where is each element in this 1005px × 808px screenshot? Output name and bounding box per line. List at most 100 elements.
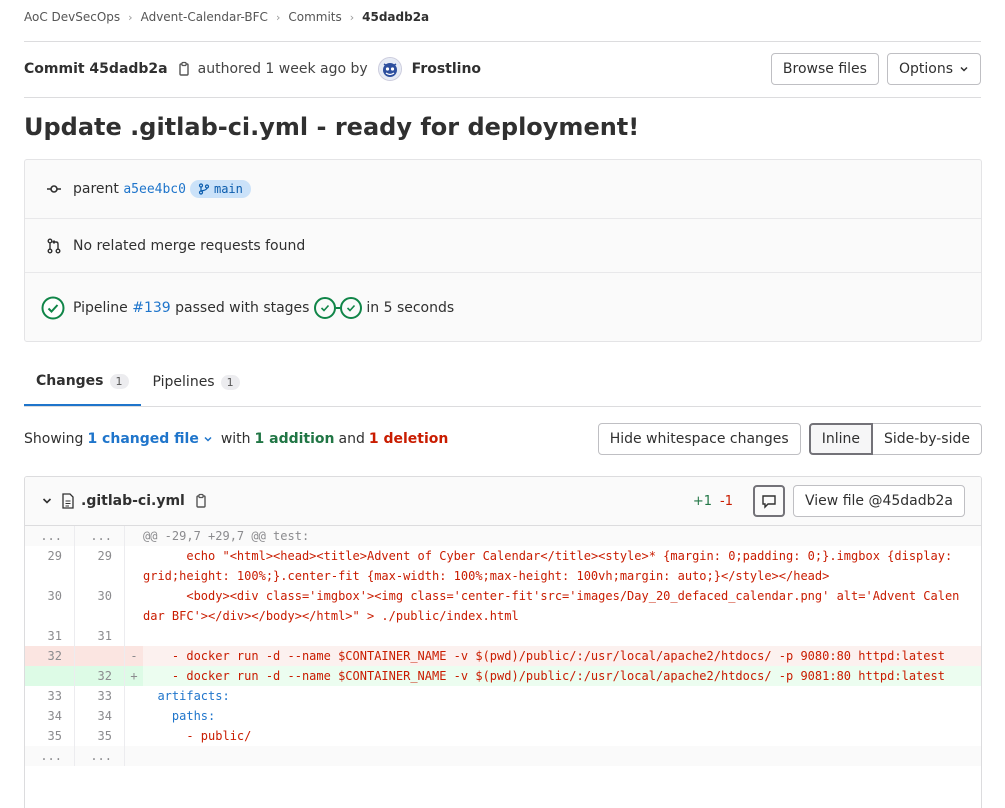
old-line-number[interactable]: 35 xyxy=(25,726,75,746)
new-line-number[interactable]: ... xyxy=(75,526,125,546)
pipeline-duration-text: in 5 seconds xyxy=(366,300,455,316)
pipeline-id-link[interactable]: #139 xyxy=(132,300,170,316)
hide-whitespace-button[interactable]: Hide whitespace changes xyxy=(597,423,801,455)
diff-line: 29 29 echo "<html><head><title>Advent of … xyxy=(25,546,981,586)
new-line-number[interactable]: 31 xyxy=(75,626,125,646)
chevron-right-icon: › xyxy=(128,10,133,24)
diff-line: 35 35 - public/ xyxy=(25,726,981,746)
diff-line: 30 30 <body><div class='imgbox'><img clas… xyxy=(25,586,981,626)
tabs: Changes 1 Pipelines 1 xyxy=(24,362,252,406)
breadcrumb-current[interactable]: 45dadb2a xyxy=(362,10,429,24)
diff-line: ...... @@ -29,7 +29,7 @@ test: xyxy=(25,526,981,546)
chevron-right-icon: › xyxy=(349,10,355,24)
breadcrumb-group[interactable]: AoC DevSecOps xyxy=(24,10,120,24)
branch-badge[interactable]: main xyxy=(189,180,251,198)
tab-changes[interactable]: Changes 1 xyxy=(24,362,141,406)
tab-pipelines-count: 1 xyxy=(220,374,240,390)
chevron-down-icon xyxy=(959,64,969,74)
collapse-chevron-icon[interactable] xyxy=(41,495,53,507)
commit-label: Commit 45dadb2a xyxy=(24,61,168,77)
new-line-number[interactable]: 32 xyxy=(75,666,125,686)
diff-sign: - xyxy=(125,646,143,666)
tab-changes-label: Changes xyxy=(36,373,104,389)
stage-passed-icon[interactable] xyxy=(313,297,336,319)
diff-sign xyxy=(125,706,143,726)
breadcrumb-commits[interactable]: Commits xyxy=(288,10,341,24)
changed-files-dropdown[interactable]: 1 changed file xyxy=(87,431,198,447)
old-line-number[interactable]: 32 xyxy=(25,646,75,666)
branch-name: main xyxy=(213,182,243,196)
new-line-number[interactable]: 33 xyxy=(75,686,125,706)
diff-lines: ...... @@ -29,7 +29,7 @@ test: 29 29 echo "… xyxy=(25,526,981,766)
diff-sign xyxy=(125,526,143,546)
chevron-down-icon[interactable] xyxy=(203,434,213,444)
tab-pipelines-label: Pipelines xyxy=(152,374,215,390)
copy-icon[interactable] xyxy=(176,61,192,77)
old-line-number[interactable]: 34 xyxy=(25,706,75,726)
old-line-number[interactable]: 33 xyxy=(25,686,75,706)
diff-sign xyxy=(125,546,143,586)
commit-authored-text: authored 1 week ago by xyxy=(197,61,368,77)
copy-icon[interactable] xyxy=(193,493,209,509)
divider xyxy=(24,97,981,98)
commit-icon xyxy=(45,180,63,198)
tab-changes-count: 1 xyxy=(109,373,129,389)
parent-sha-link[interactable]: a5ee4bc0 xyxy=(123,182,186,197)
old-line-number[interactable]: 30 xyxy=(25,586,75,626)
old-line-number[interactable]: 31 xyxy=(25,626,75,646)
old-line-number[interactable]: ... xyxy=(25,746,75,766)
diff-summary: Showing 1 changed file with 1 addition a… xyxy=(24,431,448,447)
tab-pipelines[interactable]: Pipelines 1 xyxy=(141,362,252,402)
stage-passed-icon[interactable] xyxy=(339,297,362,319)
code-content: - public/ xyxy=(143,729,252,743)
author-link[interactable]: Frostlino xyxy=(412,61,481,77)
pipeline-passed-icon[interactable] xyxy=(41,296,65,320)
file-name[interactable]: .gitlab-ci.yml xyxy=(81,493,185,509)
inline-view-button[interactable]: Inline xyxy=(808,423,873,455)
code-content: - docker run -d --name $CONTAINER_NAME -… xyxy=(143,646,981,666)
diff-sign xyxy=(125,726,143,746)
diff-sign: + xyxy=(125,666,143,686)
breadcrumb-project[interactable]: Advent-Calendar-BFC xyxy=(141,10,268,24)
code-content: - docker run -d --name $CONTAINER_NAME -… xyxy=(143,666,981,686)
pipeline-status-text: passed with stages xyxy=(175,300,310,316)
breadcrumb: AoC DevSecOps › Advent-Calendar-BFC › Co… xyxy=(24,9,429,25)
code-content: paths: xyxy=(143,709,216,723)
avatar[interactable] xyxy=(377,57,402,81)
code-content: artifacts: xyxy=(143,689,230,703)
options-dropdown-button[interactable]: Options xyxy=(886,53,981,85)
diff-sign xyxy=(125,626,143,646)
parent-label: parent xyxy=(73,181,119,197)
new-line-number[interactable]: ... xyxy=(75,746,125,766)
file-icon xyxy=(61,493,75,509)
merge-request-icon xyxy=(45,237,63,255)
pipeline-row: Pipeline #139 passed with stages in 5 se… xyxy=(25,273,981,343)
new-line-number[interactable]: 34 xyxy=(75,706,125,726)
diff-line: ...... xyxy=(25,746,981,766)
commit-header: Commit 45dadb2a authored 1 week ago by F… xyxy=(24,52,981,86)
deletions-count: 1 deletion xyxy=(368,431,449,447)
diff-line: 32 + - docker run -d --name $CONTAINER_NA… xyxy=(25,666,981,686)
new-line-number[interactable]: 30 xyxy=(75,586,125,626)
view-file-button[interactable]: View file @45dadb2a xyxy=(793,485,965,517)
divider xyxy=(24,406,981,407)
old-line-number[interactable]: 29 xyxy=(25,546,75,586)
divider xyxy=(24,41,981,42)
old-line-number[interactable]: ... xyxy=(25,526,75,546)
diff-line: 34 34 paths: xyxy=(25,706,981,726)
diff-sign xyxy=(125,586,143,626)
page-title: Update .gitlab-ci.yml - ready for deploy… xyxy=(24,113,640,141)
chevron-right-icon: › xyxy=(275,10,281,24)
browse-files-button[interactable]: Browse files xyxy=(770,53,879,85)
new-line-number[interactable]: 29 xyxy=(75,546,125,586)
additions-count: 1 addition xyxy=(254,431,335,447)
diff-line: 32 - - docker run -d --name $CONTAINER_NA… xyxy=(25,646,981,666)
new-line-number[interactable]: 35 xyxy=(75,726,125,746)
code-content xyxy=(143,746,981,766)
showing-text: Showing xyxy=(24,431,84,447)
new-line-number[interactable] xyxy=(75,646,125,666)
parent-row: parent a5ee4bc0 main xyxy=(25,160,981,218)
old-line-number[interactable] xyxy=(25,666,75,686)
comment-icon[interactable] xyxy=(753,485,786,517)
side-by-side-view-button[interactable]: Side-by-side xyxy=(873,423,982,455)
